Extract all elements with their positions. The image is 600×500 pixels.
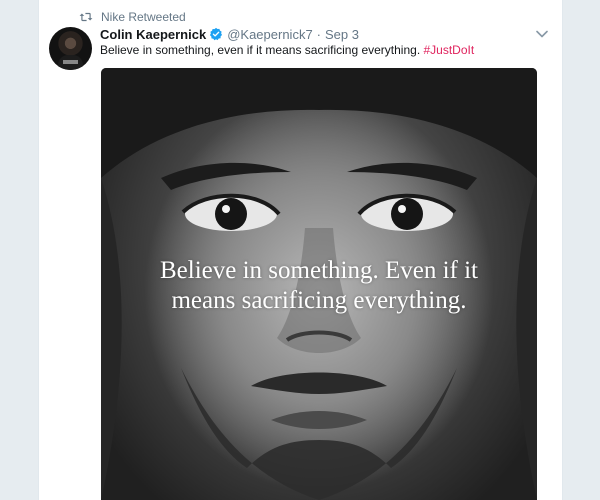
- tweet-photo[interactable]: Believe in something. Even if it means s…: [101, 68, 537, 500]
- retweet-context[interactable]: Nike Retweeted: [79, 9, 186, 25]
- photo-quote-line2: means sacrificing everything.: [171, 287, 467, 314]
- tweet-timestamp[interactable]: Sep 3: [325, 27, 359, 42]
- photo-quote-line1: Believe in something. Even if it: [160, 257, 478, 284]
- avatar[interactable]: [49, 27, 92, 70]
- tweet-text: Believe in something, even if it means s…: [100, 43, 474, 57]
- chevron-down-icon[interactable]: [536, 30, 548, 38]
- meta-separator: ·: [316, 26, 322, 42]
- retweet-icon: [79, 12, 93, 22]
- tweet-card[interactable]: Nike Retweeted Colin Kaepernick @Kaepern…: [38, 0, 563, 500]
- verified-badge-icon: [210, 27, 223, 41]
- author-name[interactable]: Colin Kaepernick: [100, 27, 206, 42]
- hashtag-link[interactable]: #JustDoIt: [424, 43, 475, 57]
- author-handle[interactable]: @Kaepernick7: [227, 27, 312, 42]
- tweet-header: Colin Kaepernick @Kaepernick7 · Sep 3: [100, 26, 359, 42]
- photo-quote: Believe in something. Even if it means s…: [101, 256, 537, 316]
- retweet-label: Nike Retweeted: [101, 10, 186, 24]
- tweet-body: Believe in something, even if it means s…: [100, 43, 421, 57]
